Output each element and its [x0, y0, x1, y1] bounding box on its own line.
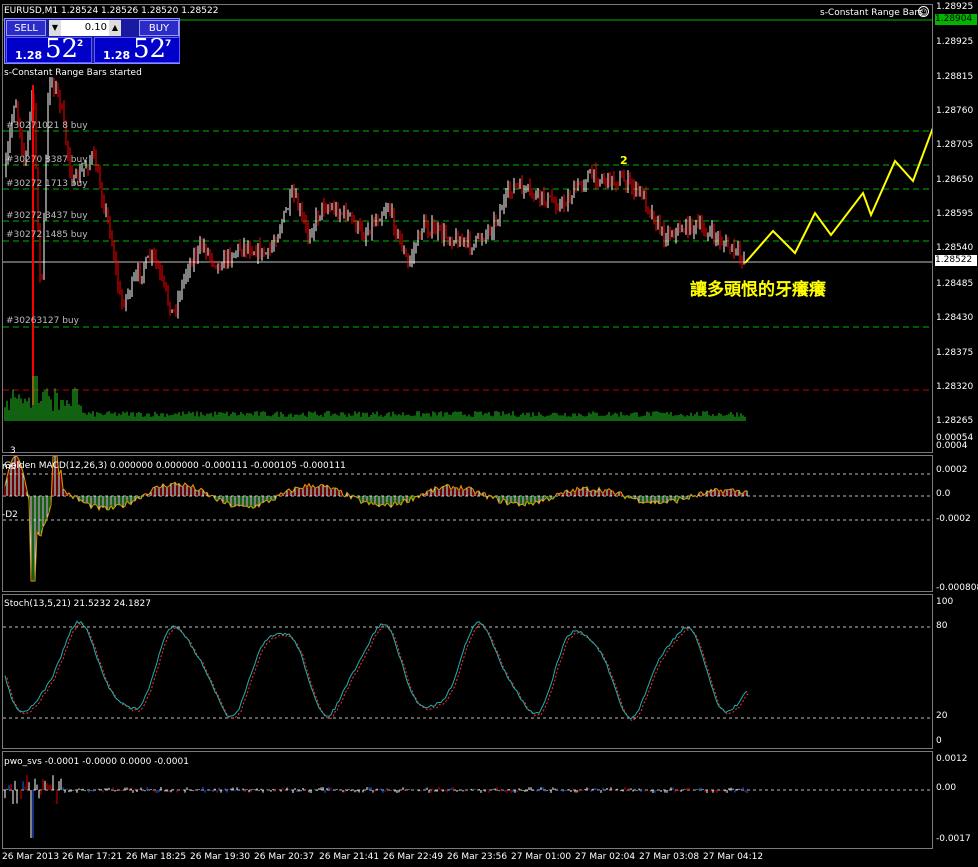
time-label: 27 Mar 02:04: [575, 852, 636, 862]
wave-label: 2: [620, 154, 628, 167]
price-tick: 1.28430: [936, 313, 974, 323]
macd-tick: 0.0002: [936, 465, 968, 475]
order-label: #30272 3437 buy: [6, 211, 88, 221]
price-tick: 1.28705: [936, 140, 974, 150]
status-text: s-Constant Range Bars started: [4, 68, 142, 78]
macd-pane[interactable]: [2, 455, 933, 592]
price-tick: 1.28650: [936, 175, 974, 185]
macd-level-label: 3: [10, 446, 16, 456]
buy-price-sup: 7: [165, 39, 172, 49]
time-label: 27 Mar 04:12: [703, 852, 764, 862]
sell-price-sup: 2: [77, 39, 84, 49]
buy-price-big: 52: [133, 34, 167, 64]
time-label: 26 Mar 17:21: [62, 852, 123, 862]
stochastic-pane[interactable]: [2, 594, 933, 749]
stoch-header: Stoch(13,5,21) 21.5232 24.1827: [4, 599, 151, 609]
order-label: #30271021 8 buy: [6, 121, 88, 131]
price-tick: 1.28760: [936, 106, 974, 116]
indicator-name-label: s-Constant Range Bars: [820, 8, 923, 18]
sell-price-big: 52: [45, 34, 79, 64]
time-label: 26 Mar 21:41: [319, 852, 380, 862]
price-chart-canvas[interactable]: [3, 5, 933, 453]
lot-increase-icon[interactable]: ▲: [109, 20, 121, 36]
stoch-tick: 0: [936, 736, 942, 746]
symbol-header: EURUSD,M1 1.28524 1.28526 1.28520 1.2852…: [4, 6, 219, 16]
smiley-icon[interactable]: ☺: [918, 6, 929, 17]
price-tick: 1.28925: [936, 37, 974, 47]
macd-level-label: -D2: [2, 510, 18, 520]
order-label: #30272 1485 buy: [6, 230, 88, 240]
macd-tick: 0.0004: [936, 441, 968, 451]
macd-header: Golden MACD(12,26,3) 0.000000 0.000000 -…: [4, 461, 346, 471]
macd-tick: 0.0: [936, 489, 951, 499]
buy-price-tile[interactable]: 1.28 52 7: [94, 34, 180, 64]
sell-button[interactable]: SELL: [6, 20, 46, 36]
stochastic-canvas[interactable]: [3, 595, 933, 749]
time-label: 26 Mar 22:49: [383, 852, 444, 862]
price-tick: 1.28485: [936, 279, 974, 289]
pwo-tick: 0.0012: [936, 754, 968, 764]
pwo-header: pwo_svs -0.0001 -0.0000 0.0000 -0.0001: [4, 757, 189, 767]
sell-price-tile[interactable]: 1.28 52 2: [6, 34, 92, 64]
top-price-box: 1.28904: [935, 14, 977, 25]
stoch-tick: 80: [936, 621, 948, 631]
price-tick: 1.28540: [936, 243, 974, 253]
time-label: 26 Mar 20:37: [254, 852, 315, 862]
price-tick: 1.28925: [936, 2, 974, 12]
macd-signal-line: [4, 456, 748, 582]
stoch-signal-line: [6, 622, 750, 722]
macd-level-label: m3: [2, 462, 17, 472]
time-label: 26 Mar 18:25: [126, 852, 187, 862]
pwo-tick: 0.00: [936, 783, 957, 793]
time-label: 27 Mar 03:08: [639, 852, 700, 862]
buy-price-prefix: 1.28: [103, 49, 131, 62]
time-label: 26 Mar 23:56: [447, 852, 508, 862]
price-tick: 1.28320: [936, 382, 974, 392]
one-click-trading-panel: SELL 0.10 ▼ ▲ BUY 1.28 52 2 1.28 52 7: [4, 18, 180, 64]
stoch-tick: 100: [936, 597, 954, 607]
time-label: 26 Mar 2013: [2, 852, 60, 862]
price-tick: 1.28815: [936, 72, 974, 82]
sell-price-prefix: 1.28: [15, 49, 43, 62]
order-label: #30263127 buy: [6, 316, 79, 326]
time-label: 27 Mar 01:00: [511, 852, 572, 862]
order-label: #30272 1713 buy: [6, 179, 88, 189]
macd-canvas[interactable]: [3, 456, 933, 592]
mt4-chart-window: EURUSD,M1 1.28524 1.28526 1.28520 1.2852…: [0, 0, 978, 867]
pwo-tick: -0.0017: [936, 834, 971, 844]
price-tick: 1.28265: [936, 416, 974, 426]
stoch-tick: 20: [936, 711, 948, 721]
annotation-text: 讓多頭恨的牙癢癢: [688, 275, 828, 300]
projection-path: [744, 127, 932, 264]
time-label: 26 Mar 19:30: [190, 852, 251, 862]
macd-tick: -0.000808: [936, 583, 978, 593]
current-price-box: 1.28522: [935, 255, 977, 266]
order-label: #30270 8387 buy: [6, 155, 88, 165]
price-tick: 1.28375: [936, 348, 974, 358]
price-tick: 1.28595: [936, 209, 974, 219]
macd-tick: -0.0002: [936, 514, 971, 524]
